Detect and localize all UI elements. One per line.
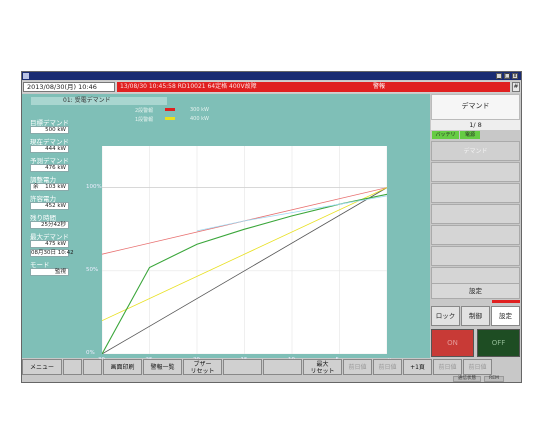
status-bar: 2013/08/30(月) 10:46 13/08/30 10:45:58 RD… bbox=[22, 81, 521, 93]
demand-chart bbox=[101, 146, 388, 355]
menu-button[interactable]: メニュー bbox=[22, 359, 62, 375]
comm-status-indicator: 通信状態 bbox=[453, 376, 481, 382]
forecast-demand-value: 476 kW bbox=[30, 164, 69, 172]
title-bar: _ □ x bbox=[22, 72, 521, 80]
blank-key[interactable] bbox=[223, 359, 262, 375]
prev-day-button[interactable]: 前日値 bbox=[343, 359, 372, 375]
function-key-bar: メニュー 画面印刷 警報一覧 ブザー リセット 最大 リセット 前日値 前日値 +1頁 前日値前… bbox=[22, 359, 521, 375]
prev-day-button[interactable]: 前日値 bbox=[463, 359, 492, 375]
app-window: _ □ x 2013/08/30(月) 10:46 13/08/30 10:45… bbox=[21, 71, 522, 383]
max-reset-button[interactable]: 最大 リセット bbox=[303, 359, 342, 375]
datetime-display: 2013/08/30(月) 10:46 bbox=[23, 82, 115, 92]
status-scroll-button[interactable]: # bbox=[512, 82, 520, 92]
legend-value: 300 kW bbox=[190, 107, 209, 113]
mode-value: 監視 bbox=[30, 268, 69, 276]
close-button[interactable]: x bbox=[512, 73, 518, 79]
prev-day-button[interactable]: 前日値 bbox=[433, 359, 462, 375]
chart-svg bbox=[101, 146, 388, 355]
list-item-selected[interactable]: デマンド bbox=[431, 141, 520, 161]
prev-day-button[interactable]: 前日値 bbox=[373, 359, 402, 375]
tab-lock[interactable]: ロック bbox=[431, 306, 460, 326]
alarm-list-button[interactable]: 警報一覧 bbox=[143, 359, 182, 375]
legend-value: 400 kW bbox=[190, 116, 209, 122]
remaining-time-value: 25分42秒 bbox=[30, 221, 69, 229]
off-button[interactable]: OFF bbox=[477, 329, 520, 357]
adjust-power-value: 余 103 kW bbox=[30, 183, 69, 191]
remote-indicator: REM bbox=[484, 376, 504, 382]
adjust-power-prefix: 余 bbox=[33, 184, 39, 190]
y-tick-label: 100% bbox=[86, 183, 102, 190]
blank-key[interactable] bbox=[83, 359, 102, 375]
list-item[interactable] bbox=[431, 246, 520, 266]
legend-label: 2段警報 bbox=[135, 108, 154, 114]
buzzer-reset-button[interactable]: ブザー リセット bbox=[183, 359, 222, 375]
tab-settings[interactable]: 設定 bbox=[491, 306, 520, 326]
app-icon bbox=[23, 73, 29, 79]
list-item[interactable] bbox=[431, 204, 520, 224]
print-screen-button[interactable]: 画面印刷 bbox=[103, 359, 142, 375]
right-panel-title: デマンド bbox=[431, 94, 520, 120]
demand-panel: 01: 受電デマンド 2段警報 300 kW 1段警報 400 kW 目標デマン… bbox=[22, 94, 430, 365]
alarm-level: 警報 bbox=[373, 83, 386, 90]
adjust-power-amount: 103 kW bbox=[45, 184, 66, 190]
blank-key[interactable] bbox=[63, 359, 82, 375]
point-name: 01: 受電デマンド bbox=[31, 97, 167, 105]
setting-indicator bbox=[492, 300, 520, 303]
minimize-button[interactable]: _ bbox=[496, 73, 502, 79]
setting-button[interactable]: 設定 bbox=[431, 283, 520, 299]
power-badge: 電源 bbox=[460, 131, 480, 139]
next-page-button[interactable]: +1頁 bbox=[403, 359, 432, 375]
list-item[interactable] bbox=[431, 225, 520, 245]
list-item[interactable] bbox=[431, 162, 520, 182]
list-item[interactable] bbox=[431, 183, 520, 203]
current-demand-value: 444 kW bbox=[30, 145, 69, 153]
maximize-button[interactable]: □ bbox=[504, 73, 510, 79]
blank-key[interactable] bbox=[263, 359, 302, 375]
alarm-banner[interactable]: 13/08/30 10:45:58 RD10021 64定格 400V故障 警報 bbox=[117, 82, 510, 92]
legend-label: 1段警報 bbox=[135, 117, 154, 123]
allowable-power-value: 452 kW bbox=[30, 202, 69, 210]
y-tick-label: 0% bbox=[86, 350, 95, 356]
on-button[interactable]: ON bbox=[431, 329, 474, 357]
page-indicator: 1/ 8 bbox=[431, 120, 520, 130]
target-demand-value: 500 kW bbox=[30, 126, 69, 134]
tab-control[interactable]: 制御 bbox=[461, 306, 490, 326]
y-tick-label: 50% bbox=[86, 266, 99, 273]
legend-swatch bbox=[165, 117, 175, 120]
max-demand-time: 08月30日 10:42 bbox=[30, 249, 74, 257]
legend-swatch bbox=[165, 108, 175, 111]
max-demand-value: 475 kW bbox=[30, 240, 69, 248]
alarm-message: 13/08/30 10:45:58 RD10021 64定格 400V故障 bbox=[120, 83, 257, 90]
battery-badge: バッテリ bbox=[432, 131, 459, 139]
